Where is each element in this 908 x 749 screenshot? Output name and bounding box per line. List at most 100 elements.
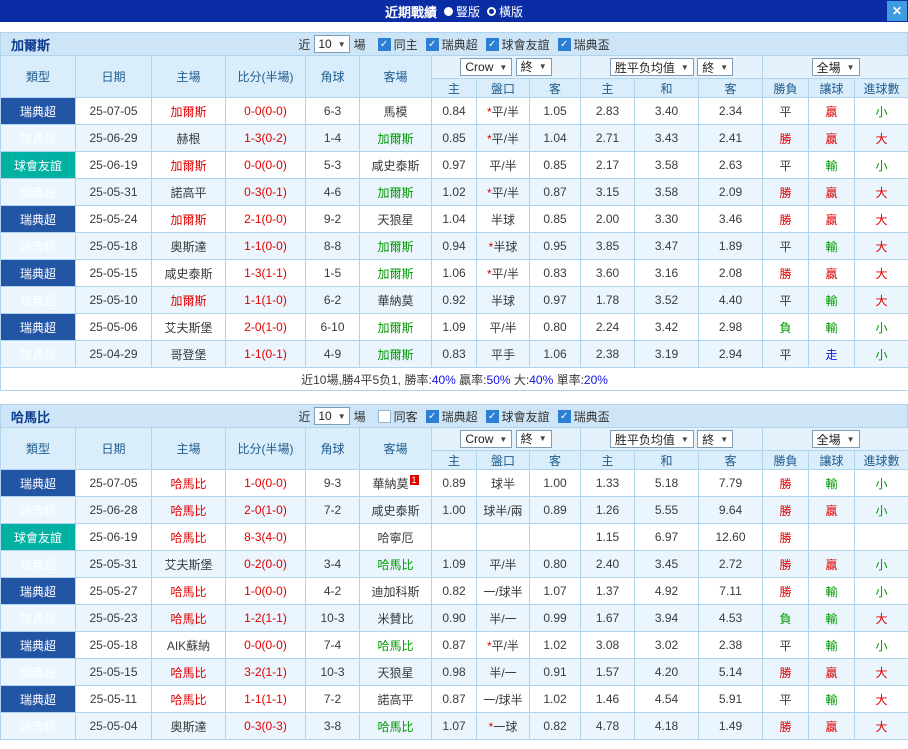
checkbox-icon[interactable]: ✓: [485, 37, 499, 51]
avg-draw-cell: 3.40: [634, 97, 699, 125]
score-cell: 1-3(1-1): [225, 259, 306, 287]
checkbox-icon[interactable]: ✓: [377, 37, 391, 51]
col-header-corner: 角球: [305, 427, 360, 470]
match-row: 瑞典超 25-04-29 哥登堡 1-1(0-1) 4-9 加爾斯 0.83 平手 1.06 2.…: [0, 340, 908, 368]
corner-cell: 3-4: [305, 550, 360, 578]
result-cell: 平: [762, 286, 810, 314]
handicap-result-cell: 贏: [808, 259, 856, 287]
filter-controls: 近 10 ▼ 場 ✓ 同主 ✓ 瑞典超 ✓ 球會友誼 ✓ 瑞典盃: [298, 35, 610, 53]
away-team-cell: 諾高平: [359, 685, 432, 713]
score-cell: 1-1(1-1): [225, 685, 306, 713]
goals-result-cell: 小: [854, 577, 908, 605]
away-odds-cell: 0.87: [529, 178, 581, 206]
final-odds-select-2[interactable]: 終 ▼: [697, 430, 734, 448]
goals-result-cell: [854, 523, 908, 551]
filter-label: 球會友誼: [501, 409, 550, 424]
away-team-cell: 天狼星: [359, 205, 432, 233]
date-cell: 25-05-27: [75, 577, 152, 605]
filter-checkbox-option[interactable]: ✓ 球會友誼: [485, 36, 550, 53]
avg-home-cell: 2.71: [580, 124, 635, 152]
avg-draw-cell: 3.58: [634, 178, 699, 206]
corner-cell: 7-2: [305, 496, 360, 524]
filter-controls: 近 10 ▼ 場 同客 ✓ 瑞典超 ✓ 球會友誼 ✓ 瑞典盃: [298, 407, 610, 425]
match-row: 球會友誼 25-06-19 哈馬比 8-3(4-0) 哈寧厄 1.15 6.97 12.60 勝: [0, 523, 908, 551]
filter-checkbox-option[interactable]: ✓ 瑞典超: [425, 36, 478, 53]
corner-cell: 7-2: [305, 685, 360, 713]
chevron-down-icon: ▼: [499, 434, 508, 444]
handicap-cell: 球半: [476, 469, 530, 497]
col-header-result: 勝負: [762, 78, 810, 98]
filter-checkbox-option[interactable]: ✓ 同主: [377, 36, 418, 53]
avg-draw-cell: 3.94: [634, 604, 699, 632]
summary-part: 40%: [529, 372, 554, 387]
filter-checkbox-option[interactable]: 同客: [377, 408, 418, 425]
filter-checkbox-option[interactable]: ✓ 瑞典盃: [557, 36, 610, 53]
checkbox-icon[interactable]: [377, 409, 391, 423]
checkbox-icon[interactable]: ✓: [485, 409, 499, 423]
checkbox-icon[interactable]: ✓: [425, 37, 439, 51]
checkbox-icon[interactable]: ✓: [557, 409, 571, 423]
filter-label: 球會友誼: [501, 37, 550, 52]
checkbox-icon[interactable]: ✓: [557, 37, 571, 51]
goals-result-cell: 小: [854, 340, 908, 368]
team-name-text: 咸史泰斯: [371, 503, 420, 518]
home-odds-cell: 0.83: [431, 340, 477, 368]
score-cell: 3-2(1-1): [225, 658, 306, 686]
team-name-text: 加爾斯: [377, 185, 414, 200]
date-cell: 25-05-10: [75, 286, 152, 314]
dialog-title: 近期戰績: [384, 4, 437, 20]
team-name-text: 哈馬比: [170, 665, 207, 680]
match-count-select[interactable]: 10 ▼: [314, 35, 350, 53]
summary-row: 近10場,勝4平5负1, 勝率:40% 贏率:50% 大:40% 單率:20%: [0, 367, 908, 391]
away-odds-cell: 0.97: [529, 286, 581, 314]
corner-cell: 9-2: [305, 205, 360, 233]
corner-cell: 4-2: [305, 577, 360, 605]
home-odds-cell: 1.07: [431, 712, 477, 740]
close-button[interactable]: ✕: [887, 1, 907, 21]
avg-home-cell: 1.15: [580, 523, 635, 551]
team-name-text: 哈馬比: [170, 584, 207, 599]
filter-checkbox-option[interactable]: ✓ 瑞典盃: [557, 408, 610, 425]
corner-cell: 9-3: [305, 469, 360, 497]
score-cell: 0-0(0-0): [225, 151, 306, 179]
layout-horizontal-radio[interactable]: 橫版: [487, 3, 523, 20]
score-cell: 2-0(1-0): [225, 496, 306, 524]
away-team-cell: 加爾斯: [359, 178, 432, 206]
avg-away-cell: 2.63: [697, 151, 764, 179]
filter-checkbox-option[interactable]: ✓ 瑞典超: [425, 408, 478, 425]
match-count-select[interactable]: 10 ▼: [314, 407, 350, 425]
handicap-text: 平/半: [491, 131, 519, 146]
final-odds-select-2[interactable]: 終 ▼: [697, 58, 734, 76]
col-header-score: 比分(半場): [225, 427, 306, 470]
result-cell: 平: [762, 685, 810, 713]
odds-selects-cell: Crow ▼ 終 ▼: [431, 55, 581, 79]
goals-result-cell: 大: [854, 658, 908, 686]
team-name-text: 奧斯達: [170, 239, 207, 254]
score-cell: 0-0(0-0): [225, 97, 306, 125]
chevron-down-icon: ▼: [499, 62, 508, 72]
scope-select[interactable]: 全場 ▼: [811, 58, 860, 76]
team-name-text: 哈馬比: [170, 692, 207, 707]
final-odds-select[interactable]: 終 ▼: [515, 57, 552, 76]
odds-selects-cell: Crow ▼ 終 ▼: [431, 427, 581, 451]
bookmaker-select[interactable]: Crow ▼: [460, 430, 513, 449]
date-cell: 25-05-15: [75, 658, 152, 686]
league-cell: 瑞典超: [0, 313, 76, 341]
avg-odds-select[interactable]: 胜平负均值 ▼: [609, 430, 694, 448]
league-cell: 瑞典超: [0, 712, 76, 740]
handicap-result-cell: 輸: [808, 286, 856, 314]
team-name-text: 華納莫: [372, 476, 409, 491]
away-odds-cell: 0.95: [529, 232, 581, 260]
avg-home-cell: 3.08: [580, 631, 635, 659]
goals-result-cell: 小: [854, 97, 908, 125]
handicap-cell: *平/半: [476, 259, 530, 287]
avg-odds-select[interactable]: 胜平负均值 ▼: [609, 58, 694, 76]
scope-select[interactable]: 全場 ▼: [811, 430, 860, 448]
final-odds-select[interactable]: 終 ▼: [515, 429, 552, 448]
layout-vertical-radio[interactable]: 豎版: [443, 3, 480, 20]
col-header-avg-home: 主: [580, 450, 635, 470]
checkbox-icon[interactable]: ✓: [425, 409, 439, 423]
bookmaker-select[interactable]: Crow ▼: [460, 58, 513, 77]
filter-label: 同客: [393, 409, 418, 424]
filter-checkbox-option[interactable]: ✓ 球會友誼: [485, 408, 550, 425]
